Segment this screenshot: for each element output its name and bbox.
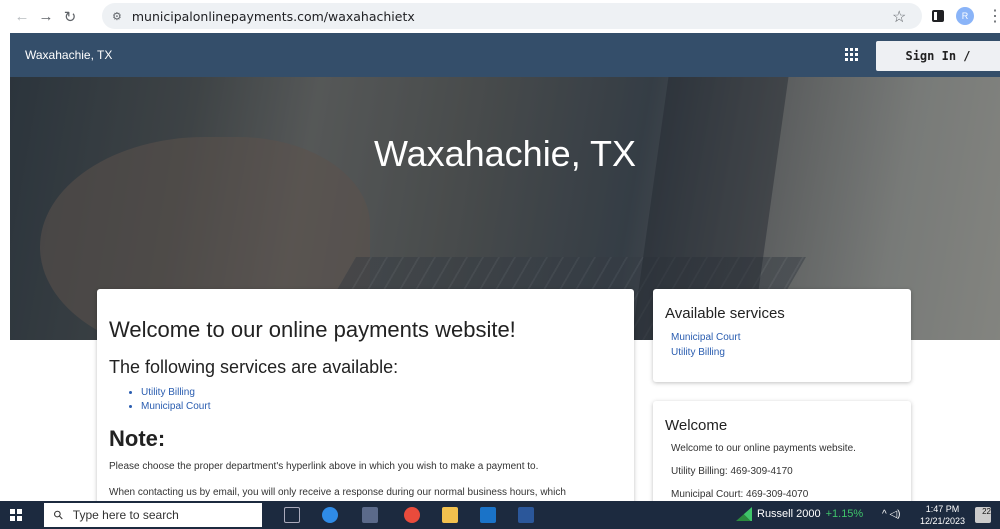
utility-billing-link[interactable]: Utility Billing bbox=[141, 387, 195, 398]
file-explorer-icon[interactable] bbox=[442, 507, 458, 523]
list-item: Municipal Court bbox=[141, 400, 622, 414]
more-menu-icon[interactable]: ⋮ bbox=[987, 6, 1000, 26]
hero-title: Waxahachie, TX bbox=[373, 133, 637, 174]
task-view-icon[interactable] bbox=[284, 507, 300, 523]
municipal-court-link[interactable]: Municipal Court bbox=[141, 401, 210, 412]
profile-avatar[interactable]: R bbox=[956, 7, 974, 25]
available-services-card: Available services Municipal Court Utili… bbox=[653, 289, 911, 382]
browser-toolbar: ← → ↻ ⚙ municipalonlinepayments.com/waxa… bbox=[0, 0, 1000, 33]
edge-icon[interactable] bbox=[322, 507, 338, 523]
site-header: Waxahachie, TX Sign In / Register bbox=[10, 33, 1000, 93]
bookmark-star-icon[interactable]: ☆ bbox=[892, 7, 906, 27]
welcome-card: Welcome to our online payments website! … bbox=[97, 289, 634, 529]
system-tray-icon[interactable]: ^ ◁) bbox=[882, 509, 901, 520]
note-text: Please choose the proper department's hy… bbox=[109, 461, 539, 472]
stock-change: +1.15% bbox=[825, 508, 864, 520]
search-placeholder: Type here to search bbox=[72, 508, 179, 522]
back-arrow-icon[interactable]: ← bbox=[10, 8, 34, 25]
note-heading: Note: bbox=[109, 426, 166, 451]
stock-widget[interactable]: Russell 2000 +1.15% bbox=[736, 507, 863, 521]
chrome-icon[interactable] bbox=[404, 507, 420, 523]
windows-taskbar: ⚲ Type here to search Russell 2000 +1.15… bbox=[0, 501, 1000, 529]
welcome-title: Welcome bbox=[665, 417, 728, 434]
clock[interactable]: 1:47 PM 12/21/2023 bbox=[920, 503, 965, 527]
word-icon[interactable] bbox=[518, 507, 534, 523]
list-item: Utility Billing bbox=[141, 386, 622, 400]
taskbar-search-box[interactable]: ⚲ Type here to search bbox=[44, 503, 262, 527]
notification-icon[interactable]: 22 bbox=[975, 507, 991, 523]
stock-chart-icon bbox=[736, 507, 752, 521]
address-bar[interactable]: ⚙ municipalonlinepayments.com/waxahachie… bbox=[102, 3, 922, 29]
welcome-line: Welcome to our online payments website. bbox=[671, 443, 856, 454]
site-title[interactable]: Waxahachie, TX bbox=[25, 48, 112, 62]
calculator-icon[interactable] bbox=[362, 507, 378, 523]
time: 1:47 PM bbox=[925, 504, 960, 514]
search-icon: ⚲ bbox=[50, 506, 67, 524]
windows-start-icon[interactable] bbox=[10, 509, 22, 521]
site-info-icon[interactable]: ⚙ bbox=[112, 10, 122, 23]
services-heading: The following services are available: bbox=[109, 357, 399, 377]
apps-grid-icon[interactable] bbox=[845, 48, 858, 61]
sign-in-register-button[interactable]: Sign In / Register bbox=[876, 41, 1000, 93]
reload-icon[interactable]: ↻ bbox=[58, 8, 82, 26]
municipal-court-phone: Municipal Court: 469-309-4070 bbox=[671, 489, 809, 500]
forward-arrow-icon[interactable]: → bbox=[34, 8, 58, 25]
outlook-icon[interactable] bbox=[480, 507, 496, 523]
services-list: Utility Billing Municipal Court bbox=[141, 386, 622, 414]
available-services-title: Available services bbox=[665, 305, 785, 322]
sidebar-municipal-court-link[interactable]: Municipal Court bbox=[671, 330, 899, 345]
url-text: municipalonlinepayments.com/waxahachietx bbox=[131, 8, 415, 24]
stock-name: Russell 2000 bbox=[757, 508, 821, 520]
note-text-2: When contacting us by email, you will on… bbox=[109, 487, 566, 498]
utility-billing-phone: Utility Billing: 469-309-4170 bbox=[671, 466, 793, 477]
date: 12/21/2023 bbox=[920, 516, 966, 526]
sidebar-utility-billing-link[interactable]: Utility Billing bbox=[671, 345, 899, 360]
welcome-heading: Welcome to our online payments website! bbox=[109, 317, 516, 342]
side-panel-icon[interactable] bbox=[932, 10, 944, 22]
